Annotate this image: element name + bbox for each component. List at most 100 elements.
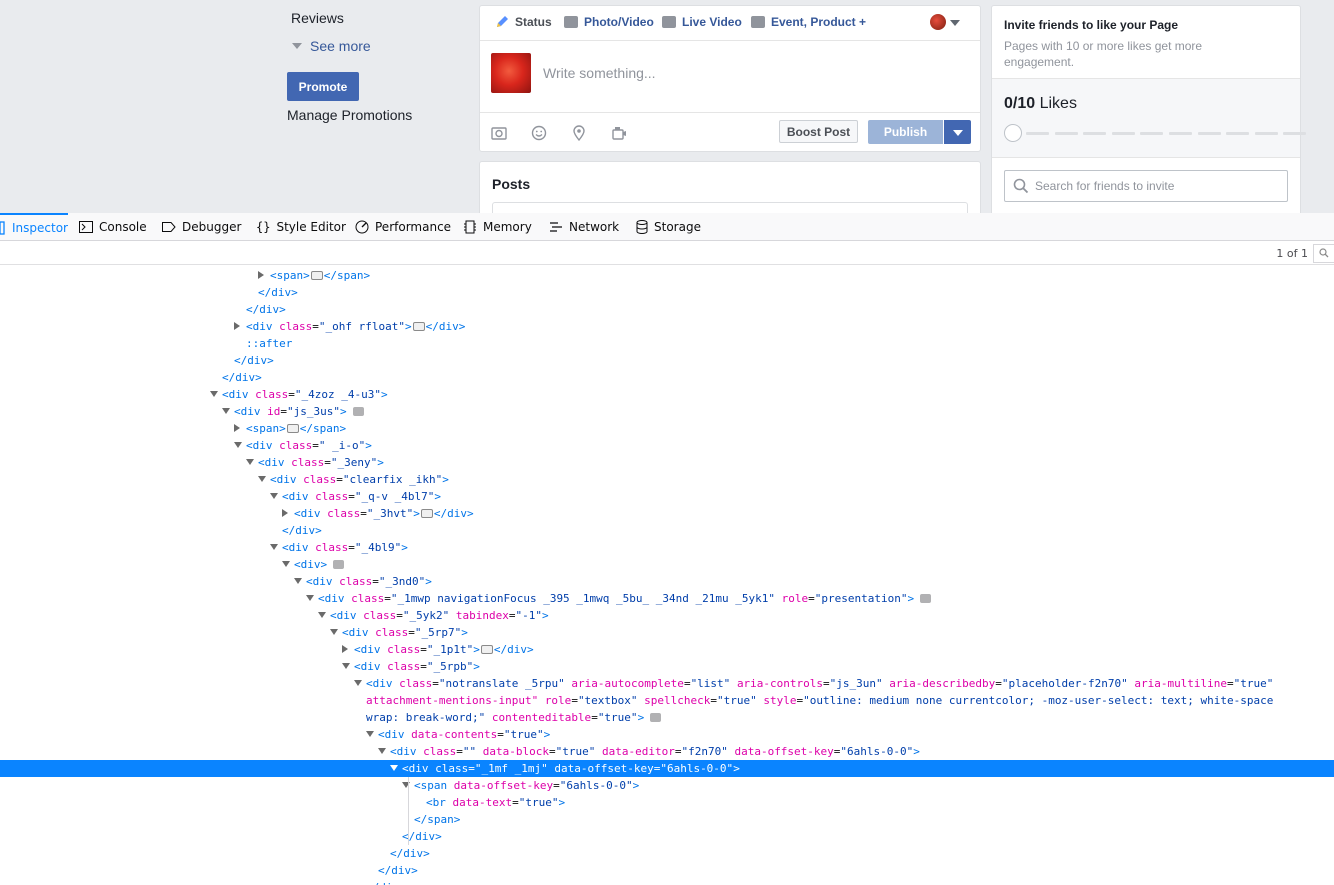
composer-input[interactable]: Write something... (543, 65, 656, 81)
braces-icon: {} (256, 219, 271, 234)
markup-node[interactable]: <div class="_5rp7"> (0, 624, 1334, 641)
markup-node[interactable]: </div> (0, 301, 1334, 318)
invite-search-box[interactable] (1004, 170, 1288, 202)
tab-memory[interactable]: Memory (463, 213, 532, 240)
markup-node[interactable]: <div class="_ohf rfloat"> </div> (0, 318, 1334, 335)
expand-arrow-open-icon[interactable] (294, 578, 302, 584)
markup-node[interactable]: <div class="_5rpb"> (0, 658, 1334, 675)
tab-console[interactable]: Console (79, 213, 147, 240)
expand-arrow-open-icon[interactable] (258, 476, 266, 482)
expand-arrow-open-icon[interactable] (306, 595, 314, 601)
markup-node[interactable]: <div class="_1mwp navigationFocus _395 _… (0, 590, 1334, 607)
collapsed-content-icon[interactable] (480, 644, 493, 654)
tab-live-video[interactable]: Live Video (662, 15, 742, 29)
tab-network[interactable]: Network (549, 213, 619, 240)
debugger-icon (162, 221, 176, 232)
collapsed-content-icon[interactable] (420, 508, 433, 518)
event-badge-icon[interactable] (650, 712, 662, 722)
smiley-icon[interactable] (531, 125, 547, 141)
markup-node[interactable]: </div> (0, 369, 1334, 386)
tab-style-editor[interactable]: {} Style Editor (256, 213, 346, 240)
expand-arrow-closed-icon[interactable] (234, 424, 240, 432)
markup-node[interactable]: <span data-offset-key="6ahls-0-0"> (0, 777, 1334, 794)
markup-node[interactable]: <div class="_q-v _4bl7"> (0, 488, 1334, 505)
markup-node[interactable]: <div class="_4bl9"> (0, 539, 1334, 556)
tab-status[interactable]: Status (495, 15, 552, 29)
markup-node[interactable]: </span> (0, 811, 1334, 828)
expand-arrow-open-icon[interactable] (342, 663, 350, 669)
manage-promotions-link[interactable]: Manage Promotions (287, 107, 412, 123)
expand-arrow-open-icon[interactable] (270, 493, 278, 499)
publish-options-dropdown[interactable] (944, 120, 971, 144)
markup-node[interactable]: attachment-mentions-input" role="textbox… (0, 692, 1334, 709)
markup-node[interactable]: <div> (0, 556, 1334, 573)
markup-node[interactable]: <div class="_3hvt"> </div> (0, 505, 1334, 522)
boost-post-button[interactable]: Boost Post (779, 120, 858, 143)
expand-arrow-closed-icon[interactable] (258, 271, 264, 279)
markup-node[interactable]: <div data-contents="true"> (0, 726, 1334, 743)
expand-arrow-open-icon[interactable] (378, 748, 386, 754)
expand-arrow-closed-icon[interactable] (282, 509, 288, 517)
markup-node[interactable]: <div class="clearfix _ikh"> (0, 471, 1334, 488)
collapsed-content-icon[interactable] (286, 423, 299, 433)
photo-icon[interactable] (491, 125, 507, 141)
expand-arrow-open-icon[interactable] (246, 459, 254, 465)
expand-arrow-open-icon[interactable] (330, 629, 338, 635)
tab-debugger[interactable]: Debugger (162, 213, 241, 240)
expand-arrow-open-icon[interactable] (210, 391, 218, 397)
publish-button[interactable]: Publish (868, 120, 943, 144)
markup-node[interactable]: </div> (0, 284, 1334, 301)
see-more-link[interactable]: See more (292, 38, 371, 54)
expand-arrow-open-icon[interactable] (270, 544, 278, 550)
expand-arrow-open-icon[interactable] (390, 765, 398, 771)
markup-node[interactable]: <div class="_1p1t"> </div> (0, 641, 1334, 658)
markup-node[interactable]: <div id="js_3us"> (0, 403, 1334, 420)
expand-arrow-open-icon[interactable] (366, 731, 374, 737)
expand-arrow-closed-icon[interactable] (342, 645, 348, 653)
markup-tree[interactable]: <span> </span> </div> </div> <div class="_oh… (0, 267, 1334, 885)
tab-performance[interactable]: Performance (355, 213, 451, 240)
markup-node-selected[interactable]: <div class="_1mf _1mj" data-offset-key="… (0, 760, 1334, 777)
markup-node[interactable]: <div class="_3eny"> (0, 454, 1334, 471)
markup-node[interactable]: <span> </span> (0, 420, 1334, 437)
markup-node[interactable]: </div> (0, 845, 1334, 862)
tab-event-product[interactable]: Event, Product + (751, 15, 866, 29)
tab-photo-video[interactable]: Photo/Video (564, 15, 654, 29)
markup-node[interactable]: <div class=" _i-o"> (0, 437, 1334, 454)
voice-avatar[interactable] (930, 14, 946, 30)
expand-arrow-open-icon[interactable] (222, 408, 230, 414)
markup-node[interactable]: </div> (0, 522, 1334, 539)
markup-node[interactable]: <div class="" data-block="true" data-edi… (0, 743, 1334, 760)
event-badge-icon[interactable] (920, 593, 932, 603)
nav-reviews-link[interactable]: Reviews (291, 10, 344, 26)
markup-node[interactable]: </div> (0, 879, 1334, 885)
collapsed-content-icon[interactable] (412, 321, 425, 331)
event-badge-icon[interactable] (352, 406, 364, 416)
expand-arrow-closed-icon[interactable] (234, 322, 240, 330)
markup-node[interactable]: ::after (0, 335, 1334, 352)
markup-node[interactable]: <div class="_5yk2" tabindex="-1"> (0, 607, 1334, 624)
markup-node[interactable]: </div> (0, 828, 1334, 845)
markup-node[interactable]: wrap: break-word;" contenteditable="true… (0, 709, 1334, 726)
expand-arrow-open-icon[interactable] (234, 442, 242, 448)
feeling-icon[interactable] (611, 125, 627, 141)
tab-inspector[interactable]: Inspector (0, 213, 68, 240)
collapsed-content-icon[interactable] (310, 270, 323, 280)
location-pin-icon[interactable] (571, 125, 587, 141)
expand-arrow-open-icon[interactable] (354, 680, 362, 686)
markup-node[interactable]: <span> </span> (0, 267, 1334, 284)
chevron-down-icon[interactable] (950, 20, 960, 26)
markup-node[interactable]: </div> (0, 862, 1334, 879)
tab-storage[interactable]: Storage (636, 213, 701, 240)
promote-button[interactable]: Promote (287, 72, 359, 101)
markup-node[interactable]: <div class="notranslate _5rpu" aria-auto… (0, 675, 1334, 692)
event-badge-icon[interactable] (333, 559, 345, 569)
markup-node[interactable]: <div class="_3nd0"> (0, 573, 1334, 590)
markup-node[interactable]: <br data-text="true"> (0, 794, 1334, 811)
expand-arrow-open-icon[interactable] (318, 612, 326, 618)
markup-node[interactable]: <div class="_4zoz _4-u3"> (0, 386, 1334, 403)
invite-search-input[interactable] (1033, 178, 1277, 194)
markup-search-box[interactable] (1313, 244, 1334, 263)
markup-node[interactable]: </div> (0, 352, 1334, 369)
expand-arrow-open-icon[interactable] (282, 561, 290, 567)
